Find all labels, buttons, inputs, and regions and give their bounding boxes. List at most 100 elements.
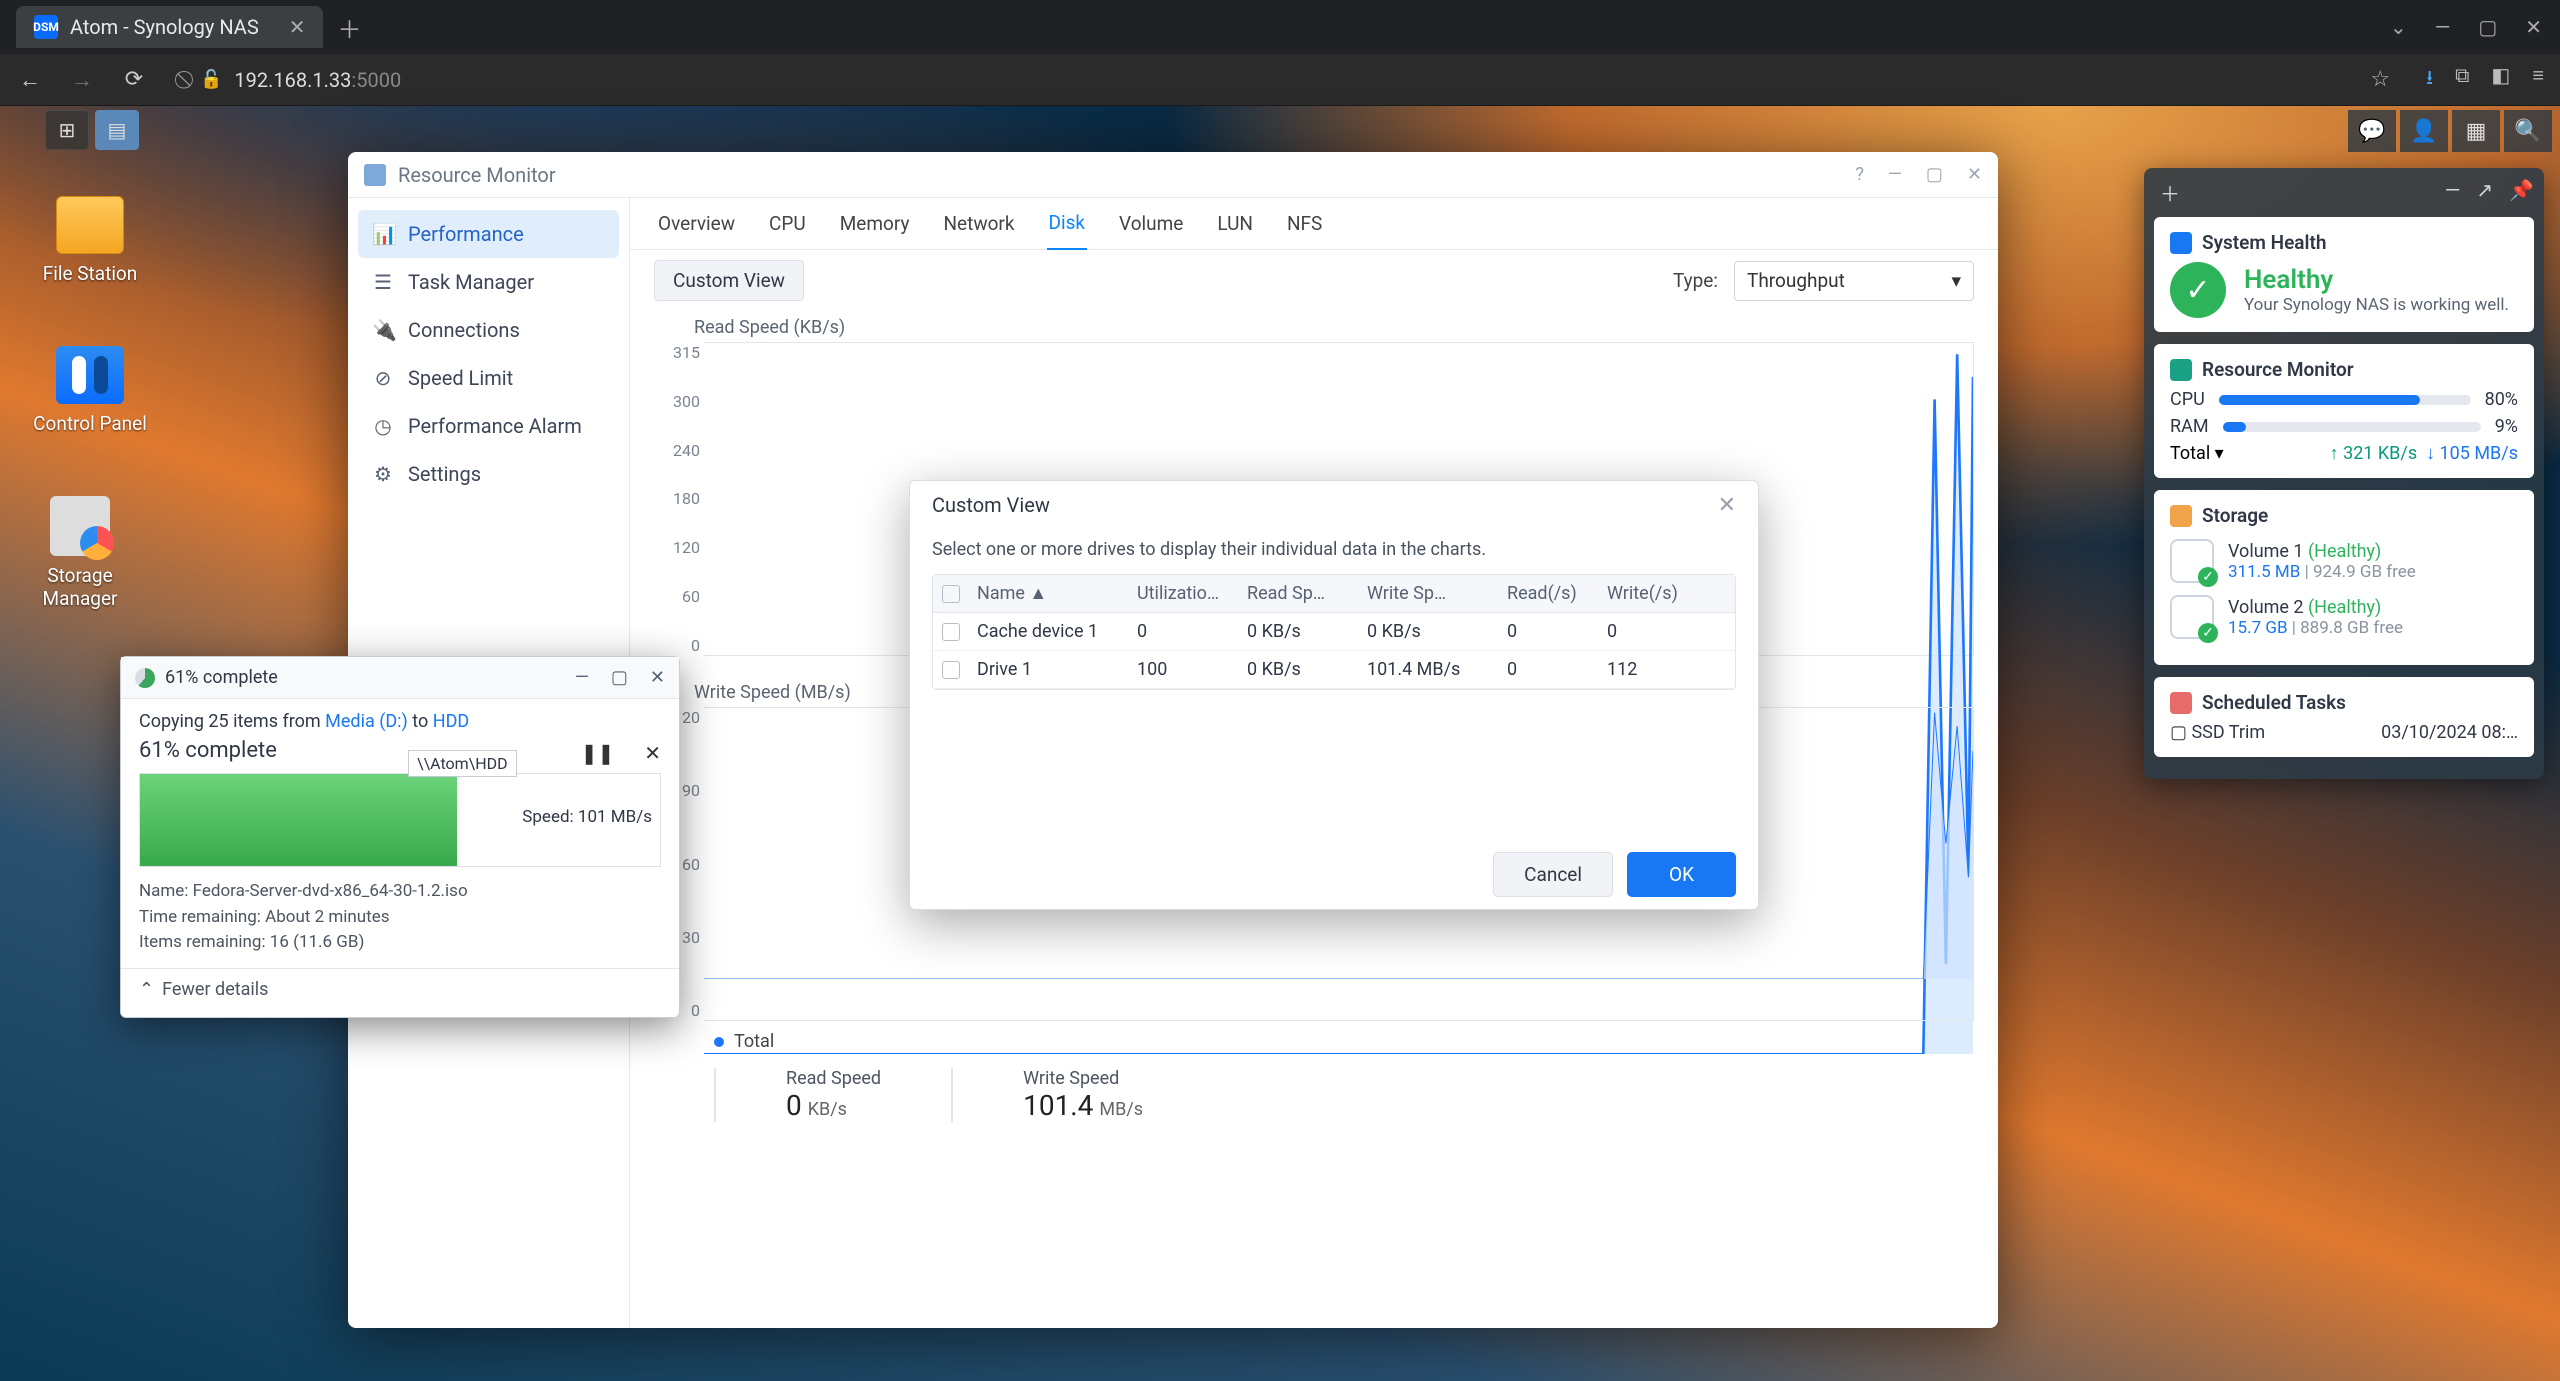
health-check-icon: ✓ <box>2170 262 2226 318</box>
system-health-card[interactable]: System Health ✓ Healthy Your Synology NA… <box>2154 217 2534 332</box>
col-name[interactable]: Name ▲ <box>969 583 1129 604</box>
custom-view-button[interactable]: Custom View <box>654 260 804 301</box>
scheduled-tasks-card[interactable]: Scheduled Tasks ▢ SSD Trim 03/10/2024 08… <box>2154 677 2534 757</box>
tab-overview[interactable]: Overview <box>656 198 737 249</box>
tab-close-icon[interactable]: ✕ <box>289 15 306 39</box>
widget-expand-icon[interactable]: ↗ <box>2476 178 2493 207</box>
widget-minimize-icon[interactable]: — <box>2445 178 2461 207</box>
window-minimize-icon[interactable]: — <box>2435 15 2451 39</box>
col-read-speed[interactable]: Read Sp… <box>1239 583 1359 604</box>
menu-icon[interactable]: ≡ <box>2532 63 2544 97</box>
table-row[interactable]: Cache device 100 KB/s 0 KB/s00 <box>933 613 1735 651</box>
window-maximize-icon[interactable]: ▢ <box>2478 15 2497 39</box>
fc-minimize-icon[interactable]: — <box>575 667 589 688</box>
volume-2-row[interactable]: Volume 2 (Healthy) 15.7 GB | 889.8 GB fr… <box>2170 595 2518 639</box>
ram-bar <box>2223 422 2246 432</box>
dsm-taskbar-resource-monitor[interactable]: ▤ <box>95 110 139 150</box>
dsm-widgets-icon[interactable]: ▦ <box>2452 110 2500 152</box>
col-write-iops[interactable]: Write(/s) <box>1599 583 1699 604</box>
sidebar-item-performance[interactable]: 📊Performance <box>358 210 619 258</box>
tab-lun[interactable]: LUN <box>1215 198 1255 249</box>
table-row[interactable]: Drive 11000 KB/s 101.4 MB/s0112 <box>933 651 1735 689</box>
ok-button[interactable]: OK <box>1627 852 1736 897</box>
pause-icon[interactable]: ❚❚ <box>581 741 615 765</box>
tab-disk[interactable]: Disk <box>1047 197 1088 250</box>
volume-icon <box>2170 539 2214 583</box>
fc-meta: Name: Fedora-Server-dvd-x86_64-30-1.2.is… <box>139 879 661 956</box>
bookmark-star-icon[interactable]: ☆ <box>2370 67 2390 92</box>
reload-icon[interactable]: ⟳ <box>120 67 148 92</box>
sidebar-item-performance-alarm[interactable]: ◷Performance Alarm <box>358 402 619 450</box>
col-read-iops[interactable]: Read(/s) <box>1499 583 1599 604</box>
volume-1-row[interactable]: Volume 1 (Healthy) 311.5 MB | 924.9 GB f… <box>2170 539 2518 583</box>
chart-y-axis: 315300240180120600 <box>654 343 700 655</box>
total-dropdown[interactable]: Total ▾ <box>2170 443 2224 464</box>
storage-card[interactable]: Storage Volume 1 (Healthy) 311.5 MB | 92… <box>2154 490 2534 665</box>
row-checkbox[interactable] <box>942 623 960 641</box>
new-tab-icon[interactable]: ＋ <box>337 10 361 45</box>
row-checkbox[interactable] <box>942 661 960 679</box>
cancel-copy-icon[interactable]: ✕ <box>644 741 661 765</box>
fc-maximize-icon[interactable]: ▢ <box>611 667 628 688</box>
alarm-icon: ◷ <box>372 414 394 438</box>
dialog-hint: Select one or more drives to display the… <box>932 539 1736 560</box>
sidebar-item-settings[interactable]: ⚙Settings <box>358 450 619 498</box>
desktop-icon-file-station[interactable]: File Station <box>30 196 150 285</box>
resource-monitor-card[interactable]: Resource Monitor CPU80% RAM9% Total ▾ ↑ … <box>2154 344 2534 478</box>
browser-tab[interactable]: DSM Atom - Synology NAS ✕ <box>16 6 323 48</box>
back-icon[interactable]: ← <box>16 67 44 93</box>
address-bar: ← → ⟳ ⃠ 🔓 192.168.1.33:5000 ☆ ⭳ ⧉ ◧ ≡ <box>0 54 2560 106</box>
window-close-icon[interactable]: ✕ <box>2525 15 2542 39</box>
desktop-icon-control-panel[interactable]: Control Panel <box>30 346 150 435</box>
chevron-down-icon: ▾ <box>1951 269 1961 292</box>
forward-icon[interactable]: → <box>68 67 96 93</box>
sidebar-item-speed-limit[interactable]: ⊘Speed Limit <box>358 354 619 402</box>
sidebar-icon[interactable]: ◧ <box>2491 63 2510 97</box>
file-copy-window: 61% complete — ▢ ✕ Copying 25 items from… <box>120 656 680 1018</box>
dsm-search-icon[interactable]: 🔍 <box>2504 110 2552 152</box>
fc-close-icon[interactable]: ✕ <box>650 667 665 688</box>
drive-table: Name ▲ Utilizatio… Read Sp… Write Sp… Re… <box>932 574 1736 690</box>
fewer-details-toggle[interactable]: ⌃ Fewer details <box>121 968 679 1010</box>
dsm-user-icon[interactable]: 👤 <box>2400 110 2448 152</box>
tab-title: Atom - Synology NAS <box>70 15 259 39</box>
rm-titlebar[interactable]: Resource Monitor ? — ▢ ✕ <box>348 152 1998 198</box>
close-icon[interactable]: ✕ <box>1967 164 1982 185</box>
extensions-icon[interactable]: ⧉ <box>2455 63 2469 97</box>
task-row[interactable]: ▢ SSD Trim 03/10/2024 08:… <box>2170 722 2518 743</box>
progress-pie-icon <box>135 668 155 688</box>
tab-volume[interactable]: Volume <box>1117 198 1185 249</box>
desktop-icon-storage-manager[interactable]: Storage Manager <box>20 496 140 610</box>
col-utilization[interactable]: Utilizatio… <box>1129 583 1239 604</box>
tab-nfs[interactable]: NFS <box>1285 198 1324 249</box>
col-write-speed[interactable]: Write Sp… <box>1359 583 1499 604</box>
select-all-checkbox[interactable] <box>942 585 960 603</box>
tab-cpu[interactable]: CPU <box>767 198 808 249</box>
add-widget-icon[interactable]: ＋ <box>2160 178 2180 207</box>
dialog-close-icon[interactable]: ✕ <box>1718 493 1736 518</box>
dsm-apps-icon[interactable]: ⊞ <box>45 110 89 150</box>
cpu-bar <box>2219 395 2420 405</box>
speed-icon: ⊘ <box>372 366 394 390</box>
type-select[interactable]: Throughput ▾ <box>1734 261 1974 301</box>
progress-bar: \\Atom\HDD Speed: 101 MB/s <box>139 773 661 867</box>
help-icon[interactable]: ? <box>1855 164 1864 185</box>
cancel-button[interactable]: Cancel <box>1493 852 1613 897</box>
download-icon[interactable]: ⭳ <box>2426 63 2433 97</box>
url-field[interactable]: ⃠ 🔓 192.168.1.33:5000 <box>172 60 2346 100</box>
minimize-icon[interactable]: — <box>1888 164 1902 185</box>
widget-panel: ＋ — ↗ 📌 System Health ✓ Healthy Your Syn… <box>2144 168 2544 779</box>
widget-pin-icon[interactable]: 📌 <box>2509 178 2534 207</box>
tabs-menu-icon[interactable]: ⌄ <box>2390 15 2407 39</box>
insecure-lock-icon[interactable]: 🔓 <box>200 69 222 90</box>
sidebar-item-connections[interactable]: 🔌Connections <box>358 306 619 354</box>
volume-icon <box>2170 595 2214 639</box>
tab-network[interactable]: Network <box>941 198 1016 249</box>
dsm-chat-icon[interactable]: 💬 <box>2348 110 2396 152</box>
tab-memory[interactable]: Memory <box>838 198 912 249</box>
chevron-up-icon: ⌃ <box>139 979 154 1000</box>
sidebar-item-task-manager[interactable]: ☰Task Manager <box>358 258 619 306</box>
fc-titlebar[interactable]: 61% complete — ▢ ✕ <box>121 657 679 699</box>
rm-title: Resource Monitor <box>398 163 556 187</box>
maximize-icon[interactable]: ▢ <box>1926 164 1943 185</box>
